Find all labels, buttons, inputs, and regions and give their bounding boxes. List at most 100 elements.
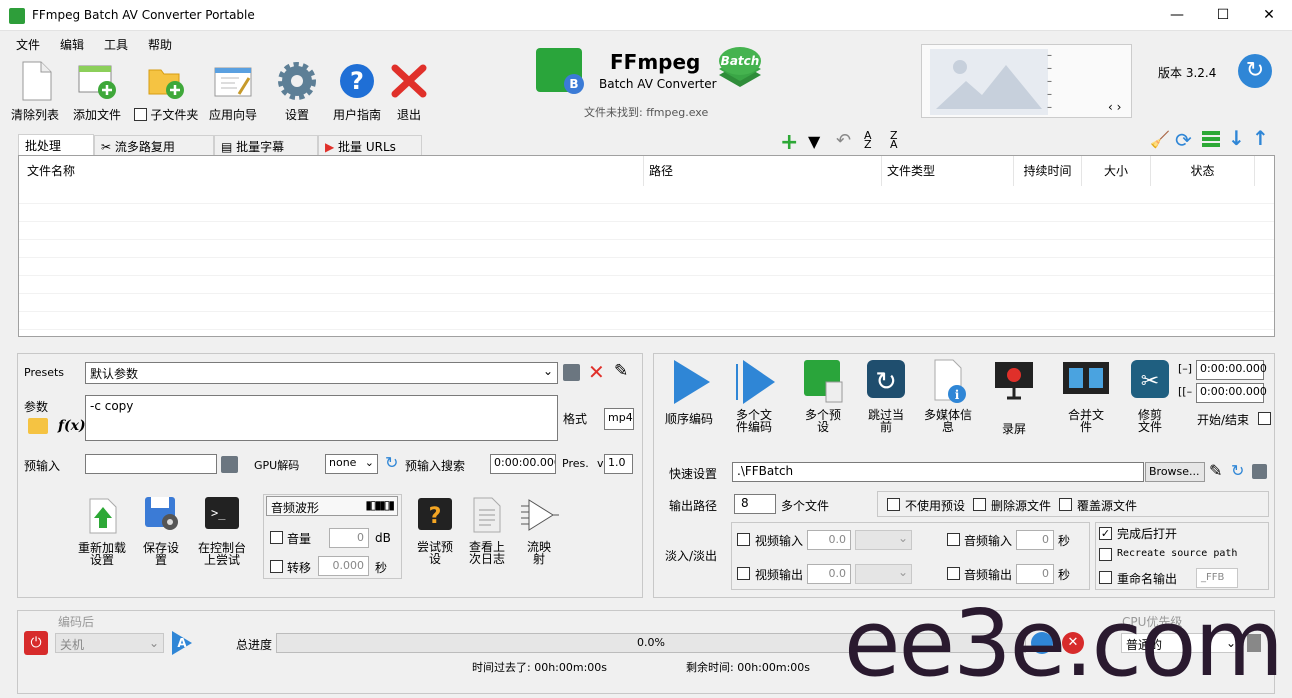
menu-help[interactable]: 帮助 bbox=[148, 36, 172, 53]
arrow-down-icon[interactable]: ↓ bbox=[1228, 126, 1245, 150]
add-files-button[interactable]: 添加文件 bbox=[66, 58, 128, 124]
save-path-icon[interactable] bbox=[1252, 464, 1267, 479]
browse-button[interactable]: Browse... bbox=[1145, 462, 1205, 482]
start-marker-label: [–] bbox=[1178, 362, 1193, 375]
volume-checkbox[interactable] bbox=[270, 531, 283, 544]
overwrite-source-checkbox[interactable] bbox=[1059, 498, 1072, 511]
col-filename[interactable]: 文件名称 bbox=[19, 156, 644, 186]
edit-path-icon[interactable]: ✎ bbox=[1209, 461, 1222, 480]
function-icon[interactable]: f(x) bbox=[58, 418, 86, 434]
refresh-small-icon[interactable]: ↻ bbox=[385, 453, 398, 472]
refresh-icon[interactable]: ⟳ bbox=[1175, 128, 1192, 152]
file-list-table[interactable]: 文件名称 路径 文件类型 持续时间 大小 状态 bbox=[18, 155, 1275, 337]
video-out-spinner[interactable]: 0.0 bbox=[807, 564, 851, 584]
video-in-select[interactable]: ⌄ bbox=[855, 530, 912, 550]
multi-file-encode-button[interactable]: 多个文件编码 bbox=[723, 358, 785, 433]
screen-record-button[interactable]: 录屏 bbox=[983, 358, 1045, 435]
tab-subtitles[interactable]: ▤ 批量字幕 bbox=[214, 135, 318, 155]
stream-map-button[interactable]: 流映射 bbox=[508, 496, 570, 565]
subfolder-toggle[interactable]: 子文件夹 bbox=[133, 58, 198, 124]
maximize-button[interactable]: ☐ bbox=[1200, 0, 1246, 31]
quick-settings-label: 快速设置 bbox=[669, 467, 718, 481]
edit-preset-icon[interactable]: ✎ bbox=[614, 361, 628, 381]
rename-output-checkbox[interactable] bbox=[1099, 571, 1112, 584]
end-time-input[interactable]: 0:00:00.000 bbox=[1196, 383, 1267, 403]
undo-icon[interactable]: ↶ bbox=[836, 130, 851, 151]
params-textarea[interactable]: -c copy bbox=[85, 395, 558, 441]
tab-urls[interactable]: ▶ 批量 URLs bbox=[318, 135, 422, 155]
media-info-button[interactable]: i 多媒体信息 bbox=[917, 358, 979, 433]
merge-files-button[interactable]: 合并文件 bbox=[1055, 358, 1117, 433]
waveform-toggle[interactable]: 音频波形 ▮▯▮▮▯▮ bbox=[266, 496, 398, 516]
col-filetype[interactable]: 文件类型 bbox=[882, 156, 1014, 186]
no-preset-checkbox[interactable] bbox=[887, 498, 900, 511]
col-status[interactable]: 状态 bbox=[1151, 156, 1255, 186]
broom-icon[interactable]: 🧹 bbox=[1150, 130, 1170, 149]
power-icon[interactable]: ⏻ bbox=[24, 631, 48, 655]
pres-input[interactable]: 1.0 bbox=[604, 454, 633, 474]
arrow-up-icon[interactable]: ↑ bbox=[1252, 126, 1269, 150]
gpu-select[interactable]: none ⌄ bbox=[325, 454, 378, 474]
save-settings-button[interactable]: 保存设置 bbox=[130, 495, 192, 566]
preview-nav[interactable]: ‹ › bbox=[1108, 100, 1121, 114]
audio-in-spinner[interactable]: 0 bbox=[1016, 530, 1054, 550]
minimize-button[interactable]: — bbox=[1154, 0, 1200, 31]
save-preinput-icon[interactable] bbox=[221, 456, 238, 473]
reload-settings-button[interactable]: 重新加载设置 bbox=[71, 497, 133, 566]
multi-preset-button[interactable]: 多个预设 bbox=[792, 358, 854, 433]
start-time-input[interactable]: 0:00:00.000 bbox=[1196, 360, 1267, 380]
no-preset-label: 不使用预设 bbox=[905, 499, 966, 513]
col-size[interactable]: 大小 bbox=[1082, 156, 1151, 186]
audio-out-spinner[interactable]: 0 bbox=[1016, 564, 1054, 584]
col-duration[interactable]: 持续时间 bbox=[1014, 156, 1082, 186]
exit-button[interactable]: 退出 bbox=[378, 58, 440, 124]
recreate-path-checkbox[interactable] bbox=[1099, 548, 1112, 561]
update-icon[interactable]: ↻ bbox=[1238, 54, 1272, 88]
shift-checkbox[interactable] bbox=[270, 560, 283, 573]
sort-za-icon[interactable]: ZA bbox=[890, 130, 898, 150]
volume-spinner[interactable]: 0 bbox=[329, 528, 369, 548]
delete-source-checkbox[interactable] bbox=[973, 498, 986, 511]
trim-files-button[interactable]: ✂ 修剪文件 bbox=[1119, 358, 1181, 433]
video-out-checkbox[interactable] bbox=[737, 567, 750, 580]
sort-az-icon[interactable]: AZ bbox=[864, 130, 872, 150]
list-icon[interactable] bbox=[1202, 131, 1220, 147]
delete-preset-icon[interactable]: ✕ bbox=[588, 360, 605, 384]
rename-suffix-input[interactable]: _FFB bbox=[1196, 568, 1238, 588]
startend-checkbox[interactable] bbox=[1258, 412, 1271, 425]
col-path[interactable]: 路径 bbox=[644, 156, 882, 186]
output-path-spinner[interactable]: 8 bbox=[734, 494, 776, 514]
menu-tools[interactable]: 工具 bbox=[104, 36, 128, 53]
close-button[interactable]: ✕ bbox=[1246, 0, 1292, 31]
menu-edit[interactable]: 编辑 bbox=[60, 36, 84, 53]
volume-label: 音量 bbox=[287, 532, 312, 546]
reset-path-icon[interactable]: ↻ bbox=[1231, 461, 1244, 480]
preinput-time[interactable]: 0:00:00.000 bbox=[490, 454, 556, 474]
menu-file[interactable]: 文件 bbox=[16, 36, 40, 53]
audio-in-checkbox[interactable] bbox=[947, 533, 960, 546]
skip-current-button[interactable]: ↻ 跳过当前 bbox=[855, 358, 917, 433]
video-in-spinner[interactable]: 0.0 bbox=[807, 530, 851, 550]
subfolder-checkbox[interactable] bbox=[133, 108, 147, 121]
tab-batch[interactable]: 批处理 bbox=[18, 134, 94, 156]
add-folder-icon bbox=[148, 69, 184, 99]
audio-out-checkbox[interactable] bbox=[947, 567, 960, 580]
tab-mux[interactable]: ✂ 流多路复用 bbox=[94, 135, 214, 155]
filter-icon[interactable]: ▼ bbox=[808, 132, 820, 151]
shift-spinner[interactable]: 0.000 bbox=[318, 556, 369, 576]
video-in-checkbox[interactable] bbox=[737, 533, 750, 546]
wizard-button[interactable]: 应用向导 bbox=[202, 58, 264, 124]
shutdown-select[interactable]: 关机 ⌄ bbox=[55, 633, 164, 653]
add-param-icon[interactable] bbox=[28, 418, 48, 434]
save-preset-icon[interactable] bbox=[563, 364, 580, 381]
clear-list-button[interactable]: 清除列表 bbox=[4, 58, 66, 124]
presets-select[interactable]: 默认参数 ⌄ bbox=[85, 362, 558, 384]
quick-settings-input[interactable]: .\FFBatch bbox=[732, 462, 1144, 482]
preinput-field[interactable] bbox=[85, 454, 217, 474]
format-input[interactable]: mp4 bbox=[604, 408, 634, 430]
video-out-select[interactable]: ⌄ bbox=[855, 564, 912, 584]
open-when-done-checkbox[interactable]: ✓ bbox=[1099, 527, 1112, 540]
sequential-encode-button[interactable]: 顺序编码 bbox=[658, 358, 720, 425]
add-icon[interactable]: + bbox=[780, 130, 798, 155]
try-console-button[interactable]: >_ 在控制台上尝试 bbox=[191, 495, 253, 566]
